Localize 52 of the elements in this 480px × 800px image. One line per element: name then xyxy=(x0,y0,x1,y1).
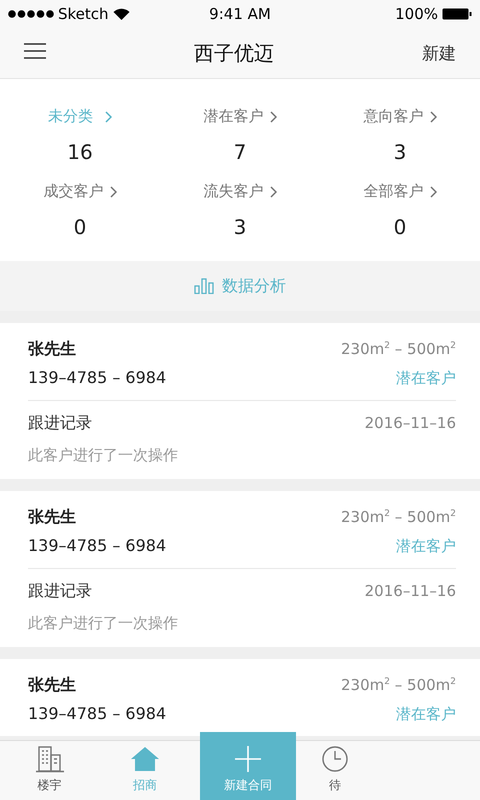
new-button[interactable]: 新建 xyxy=(422,42,456,64)
category-tab[interactable]: 意向客户 xyxy=(364,107,436,126)
chevron-icon xyxy=(110,186,116,198)
area-range: 230m$^{2}$ – 500m$^{2}$ xyxy=(341,340,456,358)
plus-icon xyxy=(232,745,263,773)
house-icon xyxy=(130,745,160,773)
category-tab[interactable]: 潜在客户 xyxy=(204,107,276,126)
tab-button[interactable]: 招商 xyxy=(97,741,192,800)
tab-button[interactable]: 楼宇 xyxy=(2,741,98,800)
category-count: 0 xyxy=(394,215,406,239)
customer-name: 张先生 xyxy=(28,507,76,528)
wifi-icon xyxy=(112,8,130,20)
record-date: 2016–11–16 xyxy=(364,582,456,600)
category-tab[interactable]: 未分类 xyxy=(48,107,112,126)
category-count: 16 xyxy=(67,140,93,164)
battery-icon xyxy=(442,8,472,20)
clock-icon xyxy=(320,745,350,773)
category-tab[interactable]: 流失客户 xyxy=(204,182,276,201)
chevron-icon xyxy=(270,186,276,198)
customer-status: 潜在客户 xyxy=(396,705,456,724)
category-count: 7 xyxy=(234,140,246,164)
customer-name: 张先生 xyxy=(28,675,76,696)
category-count: 0 xyxy=(74,215,86,239)
chevron-icon xyxy=(105,110,112,122)
battery-level: 100% xyxy=(395,5,438,23)
building-icon xyxy=(34,745,65,773)
tab-button[interactable]: 新建合同 xyxy=(200,732,296,800)
phone-number: 139–4785 – 6984 xyxy=(28,704,166,723)
customer-status: 潜在客户 xyxy=(396,537,456,556)
phone-number: 139–4785 – 6984 xyxy=(28,536,166,555)
category-tab[interactable]: 成交客户 xyxy=(44,182,116,201)
area-range: 230m$^{2}$ – 500m$^{2}$ xyxy=(341,676,456,694)
chevron-icon xyxy=(270,110,276,122)
signal-icon xyxy=(8,10,54,18)
bar-chart-icon xyxy=(194,278,214,294)
status-time: 9:41 AM xyxy=(209,5,271,23)
record-label: 跟进记录 xyxy=(28,581,92,602)
record-label: 跟进记录 xyxy=(28,413,92,434)
chevron-icon xyxy=(430,110,436,122)
category-count: 3 xyxy=(394,140,406,164)
customer-status: 潜在客户 xyxy=(396,369,456,388)
chevron-icon xyxy=(430,186,436,198)
area-range: 230m$^{2}$ – 500m$^{2}$ xyxy=(341,508,456,526)
customer-name: 张先生 xyxy=(28,339,76,360)
category-tab[interactable]: 全部客户 xyxy=(364,182,436,201)
record-date: 2016–11–16 xyxy=(364,414,456,432)
carrier-name: Sketch xyxy=(58,5,109,23)
phone-number: 139–4785 – 6984 xyxy=(28,368,166,387)
app-title: 西子优迈 xyxy=(193,40,275,66)
record-text: 此客户进行了一次操作 xyxy=(28,614,179,633)
record-text: 此客户进行了一次操作 xyxy=(28,446,179,465)
category-count: 3 xyxy=(234,215,246,239)
